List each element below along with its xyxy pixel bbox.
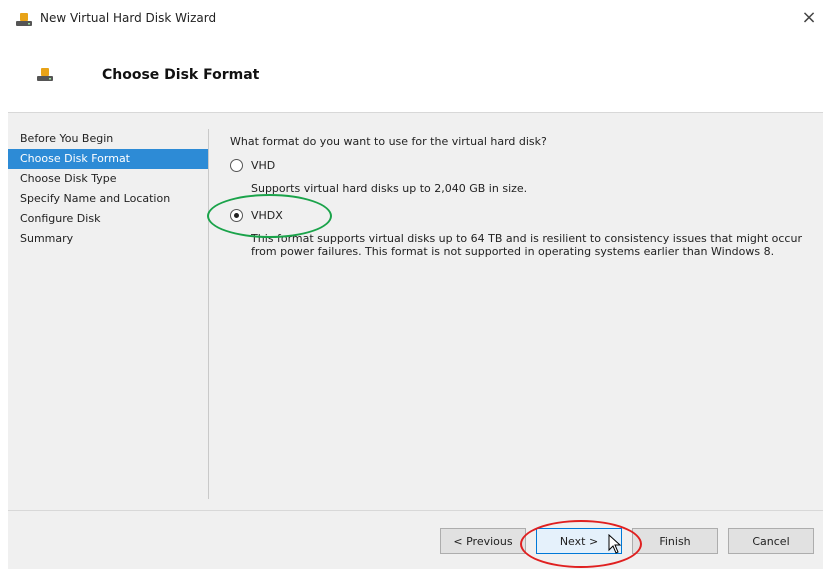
step-choose-disk-type[interactable]: Choose Disk Type xyxy=(8,169,208,189)
vhdx-label[interactable]: VHDX xyxy=(251,209,283,222)
vhd-radio[interactable] xyxy=(230,159,243,172)
vhd-description: Supports virtual hard disks up to 2,040 … xyxy=(251,182,528,195)
divider xyxy=(208,129,209,499)
disk-drive-icon xyxy=(37,68,53,81)
step-configure-disk[interactable]: Configure Disk xyxy=(8,209,208,229)
step-list: Before You Begin Choose Disk Format Choo… xyxy=(8,129,208,249)
vhdx-radio[interactable] xyxy=(230,209,243,222)
wizard-header: Choose Disk Format xyxy=(0,40,829,110)
vhd-label[interactable]: VHD xyxy=(251,159,275,172)
wizard-content: Before You Begin Choose Disk Format Choo… xyxy=(8,112,823,511)
title-bar: New Virtual Hard Disk Wizard × xyxy=(0,0,829,40)
mouse-pointer-icon xyxy=(608,534,622,554)
step-before-you-begin[interactable]: Before You Begin xyxy=(8,129,208,149)
format-question: What format do you want to use for the v… xyxy=(230,135,547,148)
step-specify-name-location[interactable]: Specify Name and Location xyxy=(8,189,208,209)
step-summary[interactable]: Summary xyxy=(8,229,208,249)
close-button[interactable]: × xyxy=(797,6,821,30)
disk-drive-icon xyxy=(16,13,32,26)
page-title: Choose Disk Format xyxy=(102,67,260,83)
step-choose-disk-format[interactable]: Choose Disk Format xyxy=(8,149,208,169)
cancel-button[interactable]: Cancel xyxy=(728,528,814,554)
finish-button[interactable]: Finish xyxy=(632,528,718,554)
vhdx-description-line-1: This format supports virtual disks up to… xyxy=(251,232,802,245)
window-title: New Virtual Hard Disk Wizard xyxy=(40,11,217,25)
previous-button[interactable]: < Previous xyxy=(440,528,526,554)
vhdx-description-line-2: from power failures. This format is not … xyxy=(251,245,775,258)
